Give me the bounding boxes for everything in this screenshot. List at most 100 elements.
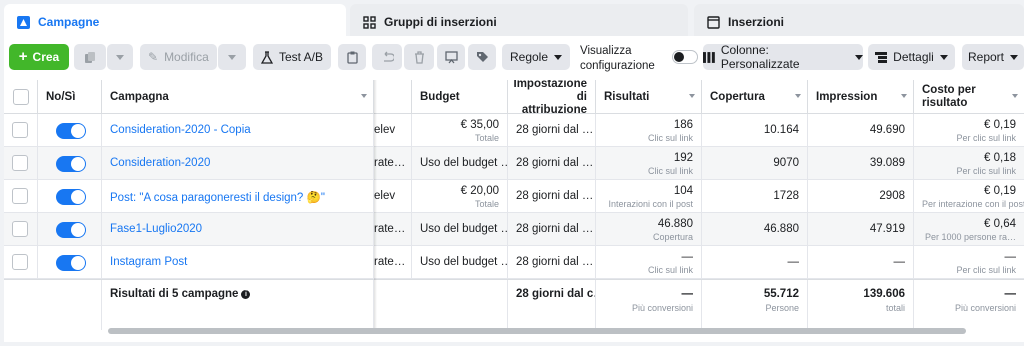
reach-value: 10.164 [763,124,799,136]
results-cell: 192 Clic sul link [596,147,702,180]
campaign-name-link[interactable]: Post: "A cosa paragoneresti il design? 🤔… [110,190,365,204]
header-label: Costo per risultato [922,84,976,109]
undo-icon [383,51,394,62]
attribution-value: 28 giorni dal … [516,223,594,235]
header-label: No/Sì [46,90,76,103]
edit-button[interactable]: ✎ Modifica [140,44,217,70]
row-select-cell [4,147,38,180]
results-sub: Clic sul link [647,133,693,143]
campaign-name-cell: Post: "A cosa paragoneresti il design? 🤔… [102,180,374,213]
info-icon[interactable]: i [241,290,251,299]
breakdown-button[interactable]: Dettagli [868,44,955,70]
campaign-name-link[interactable]: Consideration-2020 [110,157,365,169]
select-all-checkbox[interactable] [13,89,29,105]
results-sub: Clic sul link [647,265,693,275]
undo-button[interactable] [372,44,402,70]
report-button[interactable]: Report [962,44,1024,70]
plus-icon: + [18,48,28,65]
table-row[interactable]: Consideration-2020 - Copia elev € 35,00 Tot… [4,114,1024,147]
tab-bar: Campagne Gruppi di inserzioni Inserzioni [4,4,1024,40]
duplicate-dropdown[interactable] [107,44,133,70]
campaign-toggle[interactable] [56,222,86,238]
duplicate-button[interactable] [74,44,106,70]
delete-button[interactable] [404,44,434,70]
campaign-toggle[interactable] [56,189,86,205]
header-label: Budget [420,90,460,103]
table-row[interactable]: Fase1-Luglio2020 rate… Uso del budget … 28 … [4,213,1024,246]
clipboard-icon [346,51,358,64]
delivery-text: rate… [374,256,406,268]
window-icon [706,15,720,29]
tab-ad-sets[interactable]: Gruppi di inserzioni [350,4,688,40]
column-header-attribution[interactable]: Impostazione di attribuzione [508,80,596,116]
toggle-knob [71,223,85,237]
impressions-cell: 2908 [808,180,914,213]
cost-cell: € 0,19 Per clic sul link [914,114,1024,147]
tag-button[interactable] [468,44,496,70]
row-checkbox[interactable] [12,254,28,270]
view-config-toggle[interactable] [672,50,698,64]
summary-reach-sub: Persone [765,303,799,313]
row-select-cell [4,180,38,213]
column-header-reach[interactable]: Copertura [702,80,808,114]
column-header-cost[interactable]: Costo per risultato [914,80,1024,114]
row-checkbox[interactable] [12,221,28,237]
campaign-name-link[interactable]: Consideration-2020 - Copia [110,124,365,136]
campaign-toggle[interactable] [56,123,86,139]
columns-button[interactable]: Colonne: Personalizzate [703,43,863,71]
budget-value: € 20,00 [460,185,499,197]
toggle-knob [71,157,85,171]
summary-reach: 55.712 Persone [702,280,808,330]
table-row[interactable]: Instagram Post rate… Uso del budget … 28 gi… [4,246,1024,279]
impressions-value: 47.919 [869,223,905,235]
horizontal-scrollbar[interactable] [108,328,966,334]
select-all-cell [4,80,38,114]
cost-cell: € 0,64 Per 1000 persone ra… [914,213,1024,246]
toggle-knob [71,124,85,138]
tab-label: Gruppi di inserzioni [384,15,497,29]
summary-label: Risultati di 5 campagne i [110,288,365,300]
rules-button[interactable]: Regole [502,44,570,70]
clipboard-button[interactable] [338,44,366,70]
row-checkbox[interactable] [12,188,28,204]
summary-cost-value: — [1004,288,1017,300]
column-header-campaign[interactable]: Campagna [102,80,374,114]
create-button[interactable]: + Crea [9,44,69,70]
campaign-name-cell: Instagram Post [102,246,374,279]
flask-icon [260,50,273,64]
campaign-name-cell: Consideration-2020 [102,147,374,180]
table-row[interactable]: Consideration-2020 rate… Uso del budget … 2… [4,147,1024,180]
column-header-budget[interactable]: Budget [412,80,508,114]
budget-value: Uso del budget … [420,223,508,235]
cost-value: € 0,18 [984,152,1016,164]
columns-label: Colonne: Personalizzate [720,43,800,71]
row-checkbox[interactable] [12,155,28,171]
edit-dropdown[interactable] [218,44,246,70]
row-checkbox[interactable] [12,122,28,138]
budget-sub: Totale [474,133,499,143]
grid-icon [362,15,376,29]
chevron-down-icon [116,54,124,60]
cost-sub: Per clic sul link [956,265,1016,275]
column-header-results[interactable]: Risultati [596,80,702,114]
column-header-onoff[interactable]: No/Sì [38,80,102,114]
edit-label: Modifica [164,50,209,64]
campaign-name-link[interactable]: Instagram Post [110,256,365,268]
column-header-impressions[interactable]: Impression [808,80,914,114]
tab-campaigns[interactable]: Campagne [4,4,346,40]
table-row[interactable]: Post: "A cosa paragoneresti il design? 🤔… [4,180,1024,213]
campaign-name-link[interactable]: Fase1-Luglio2020 [110,223,365,235]
budget-sub: Totale [474,199,499,209]
campaign-toggle[interactable] [56,156,86,172]
ab-test-button[interactable]: Test A/B [253,44,331,70]
preview-button[interactable] [437,44,465,70]
impressions-cell: 39.089 [808,147,914,180]
row-toggle-cell [38,147,102,180]
breakdown-label: Dettagli [893,50,934,64]
delivery-cell: rate… [374,147,412,180]
column-header-delivery[interactable] [374,80,412,114]
tab-ads[interactable]: Inserzioni [694,4,1024,40]
campaign-toggle[interactable] [56,255,86,271]
row-select-cell [4,246,38,279]
header-label: Copertura [710,90,765,103]
